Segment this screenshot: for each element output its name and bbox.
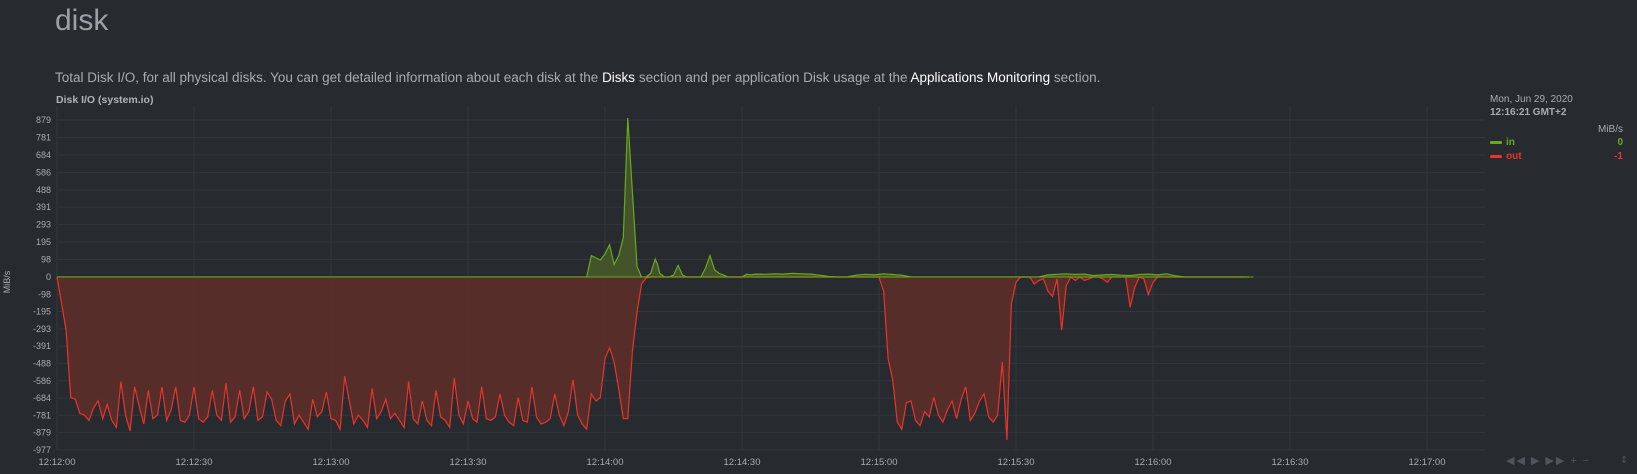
play-icon[interactable]: ▶ — [1531, 455, 1541, 467]
y-tick-label: -586 — [33, 376, 51, 386]
x-tick-label: 12:17:00 — [1409, 457, 1446, 468]
x-tick-label: 12:15:00 — [861, 457, 898, 468]
series-area-in — [57, 118, 1249, 277]
rewind-icon[interactable]: ◀◀ — [1506, 455, 1527, 467]
y-tick-label: 488 — [36, 185, 51, 195]
disk-io-chart[interactable]: 879 781 684 586 488 391 293 195 98 0 -98 -195 -293 -3… — [0, 0, 1637, 474]
x-tick-label: 12:16:00 — [1135, 457, 1172, 468]
y-tick-label: 391 — [36, 202, 51, 212]
y-tick-label: 293 — [36, 220, 51, 230]
legend-swatch-in — [1490, 140, 1502, 144]
x-tick-label: 12:14:00 — [587, 457, 624, 468]
y-tick-label: 98 — [41, 254, 51, 264]
y-tick-label: 879 — [36, 115, 51, 125]
y-tick-label: -391 — [33, 341, 51, 351]
y-tick-label: -879 — [33, 428, 51, 438]
y-tick-label: -977 — [33, 445, 51, 455]
legend-date: Mon, Jun 29, 2020 — [1490, 94, 1573, 105]
legend-time: 12:16:21 GMT+2 — [1490, 107, 1567, 118]
legend-row-out[interactable]: out -1 — [1490, 150, 1623, 164]
x-tick-label: 12:12:00 — [39, 457, 76, 468]
y-tick-label: -684 — [33, 393, 51, 403]
y-tick-label: 195 — [36, 237, 51, 247]
y-tick-label: -293 — [33, 324, 51, 334]
x-tick-label: 12:15:30 — [998, 457, 1035, 468]
resize-icon[interactable]: ⇕ — [1620, 455, 1628, 466]
zoom-in-icon[interactable]: + — [1570, 455, 1578, 467]
legend-value-out: -1 — [1614, 151, 1623, 162]
legend-swatch-out — [1490, 154, 1502, 158]
chart-legend: Mon, Jun 29, 2020 12:16:21 GMT+2 MiB/s i… — [1490, 93, 1623, 164]
y-tick-label: -195 — [33, 307, 51, 317]
y-tick-label: 781 — [36, 133, 51, 143]
legend-label-in: in — [1506, 137, 1515, 148]
x-tick-label: 12:13:30 — [450, 457, 487, 468]
y-tick-label: 0 — [46, 272, 51, 282]
legend-value-in: 0 — [1617, 137, 1623, 148]
x-tick-label: 12:12:30 — [176, 457, 213, 468]
x-tick-label: 12:14:30 — [724, 457, 761, 468]
y-tick-label: -488 — [33, 358, 51, 368]
legend-label-out: out — [1506, 151, 1522, 162]
legend-row-in[interactable]: in 0 — [1490, 136, 1623, 150]
chart-nav-buttons: ◀◀ ▶ ▶▶ + − — [1506, 454, 1595, 467]
zoom-out-icon[interactable]: − — [1583, 455, 1591, 467]
series-line-in — [57, 117, 1249, 278]
legend-units: MiB/s — [1598, 124, 1623, 135]
y-tick-label: -781 — [33, 410, 51, 420]
y-tick-label: -98 — [38, 289, 51, 299]
x-tick-label: 12:16:30 — [1272, 457, 1309, 468]
y-tick-label: 684 — [36, 150, 51, 160]
y-axis-label: MiB/s — [2, 270, 12, 293]
x-tick-label: 12:13:00 — [313, 457, 350, 468]
fast-forward-icon[interactable]: ▶▶ — [1545, 455, 1566, 467]
y-tick-label: 586 — [36, 167, 51, 177]
